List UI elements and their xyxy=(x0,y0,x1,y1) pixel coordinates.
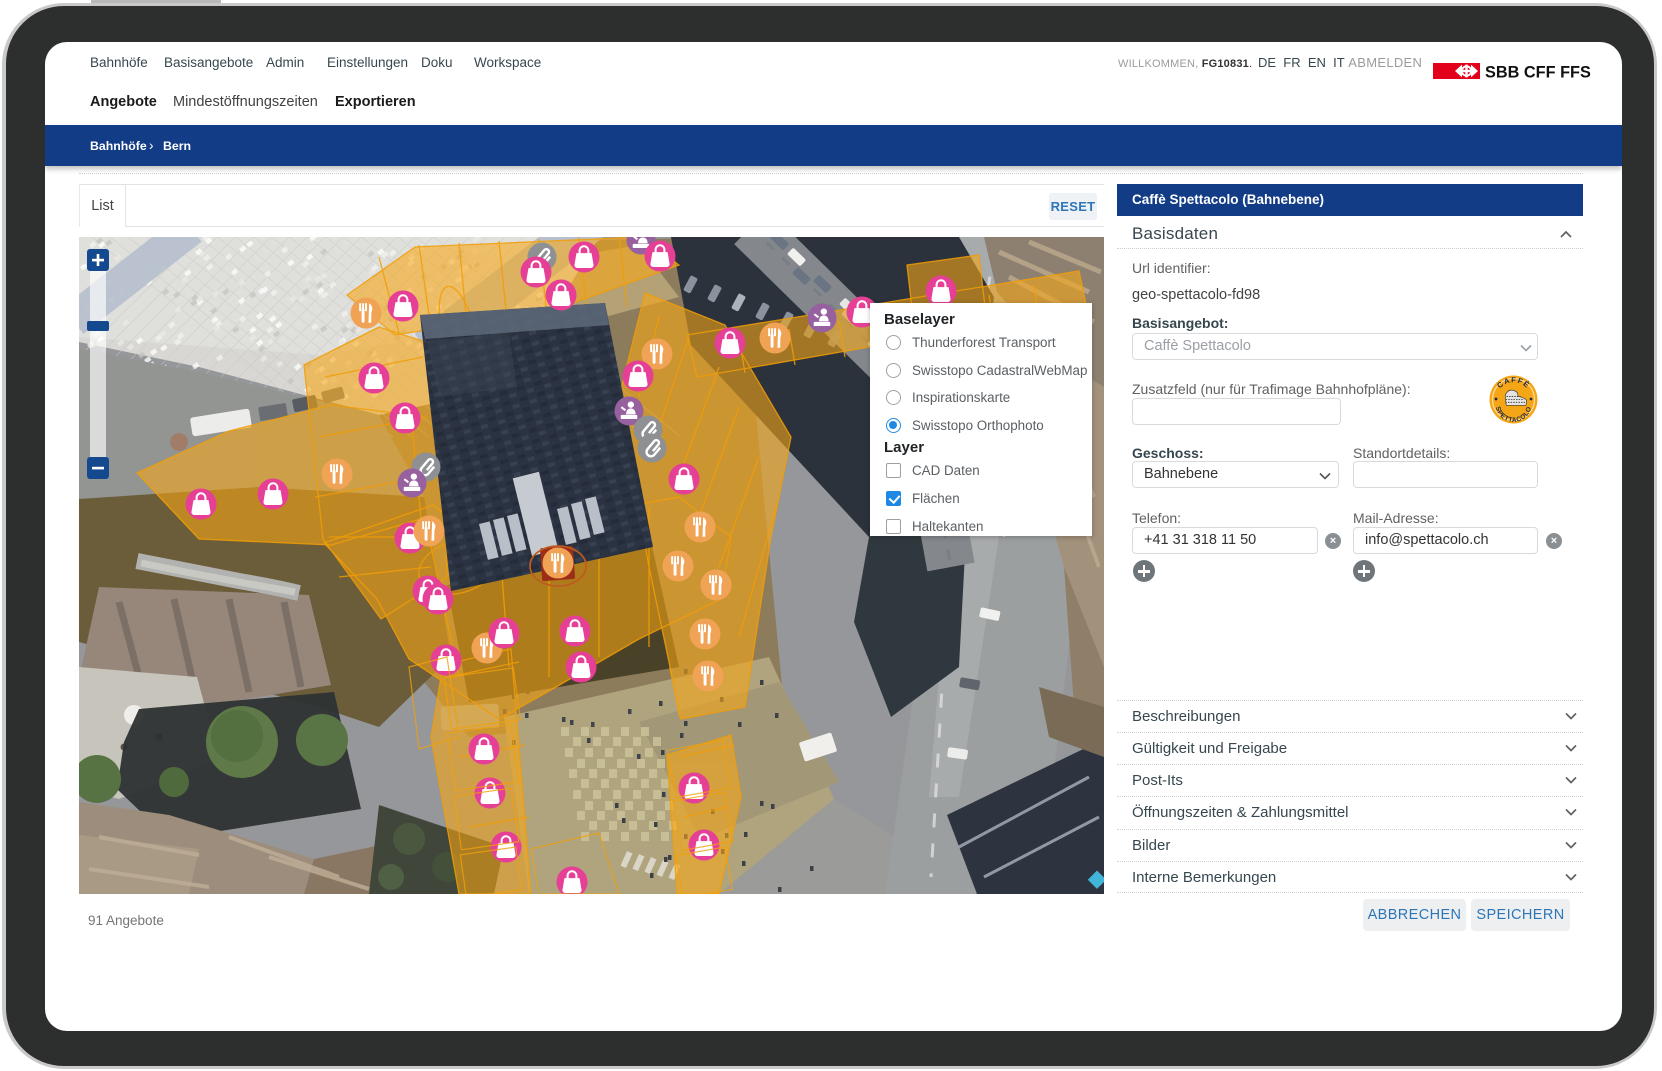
svg-text:SBB CFF FFS: SBB CFF FFS xyxy=(1485,64,1591,82)
